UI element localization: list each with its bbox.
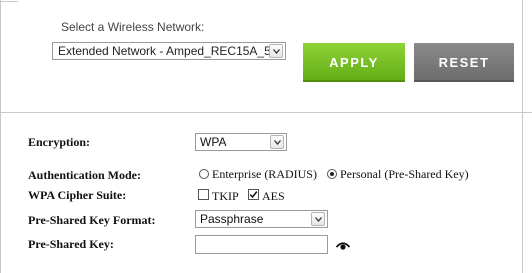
psk-input[interactable] [195, 235, 328, 254]
tkip-label: TKIP [212, 189, 239, 203]
panel-border-right [522, 0, 523, 273]
chevron-down-icon[interactable] [270, 135, 284, 149]
cipher-suite-label: WPA Cipher Suite: [28, 188, 127, 202]
wireless-network-selected: Extended Network - Amped_REC15A_5.0 [58, 44, 281, 58]
encryption-select[interactable]: WPA [195, 133, 287, 151]
psk-format-label: Pre-Shared Key Format: [28, 213, 156, 227]
checkmark-icon [249, 191, 258, 199]
enterprise-radio[interactable] [199, 169, 209, 179]
panel-divider-top [0, 1, 18, 2]
apply-button[interactable]: APPLY [303, 43, 405, 82]
chevron-down-icon[interactable] [311, 212, 325, 226]
auth-mode-label: Authentication Mode: [28, 168, 141, 182]
wireless-network-select[interactable]: Extended Network - Amped_REC15A_5.0 [52, 42, 286, 60]
chevron-down-icon[interactable] [269, 44, 283, 58]
panel-border-left [0, 0, 1, 273]
psk-label: Pre-Shared Key: [28, 237, 114, 251]
panel-divider-mid [0, 112, 532, 113]
personal-radio[interactable] [327, 169, 337, 179]
psk-format-selected: Passphrase [200, 212, 264, 226]
encryption-selected: WPA [200, 135, 227, 149]
eye-icon[interactable] [336, 241, 350, 250]
tkip-checkbox[interactable] [198, 189, 209, 200]
reset-button[interactable]: RESET [414, 43, 514, 82]
wireless-network-label: Select a Wireless Network: [61, 20, 205, 34]
psk-format-select[interactable]: Passphrase [195, 210, 328, 228]
aes-checkbox[interactable] [248, 189, 259, 200]
enterprise-radio-label: Enterprise (RADIUS) [212, 167, 317, 181]
encryption-label: Encryption: [28, 135, 91, 149]
personal-radio-label: Personal (Pre-Shared Key) [340, 167, 469, 181]
aes-label: AES [262, 189, 285, 203]
